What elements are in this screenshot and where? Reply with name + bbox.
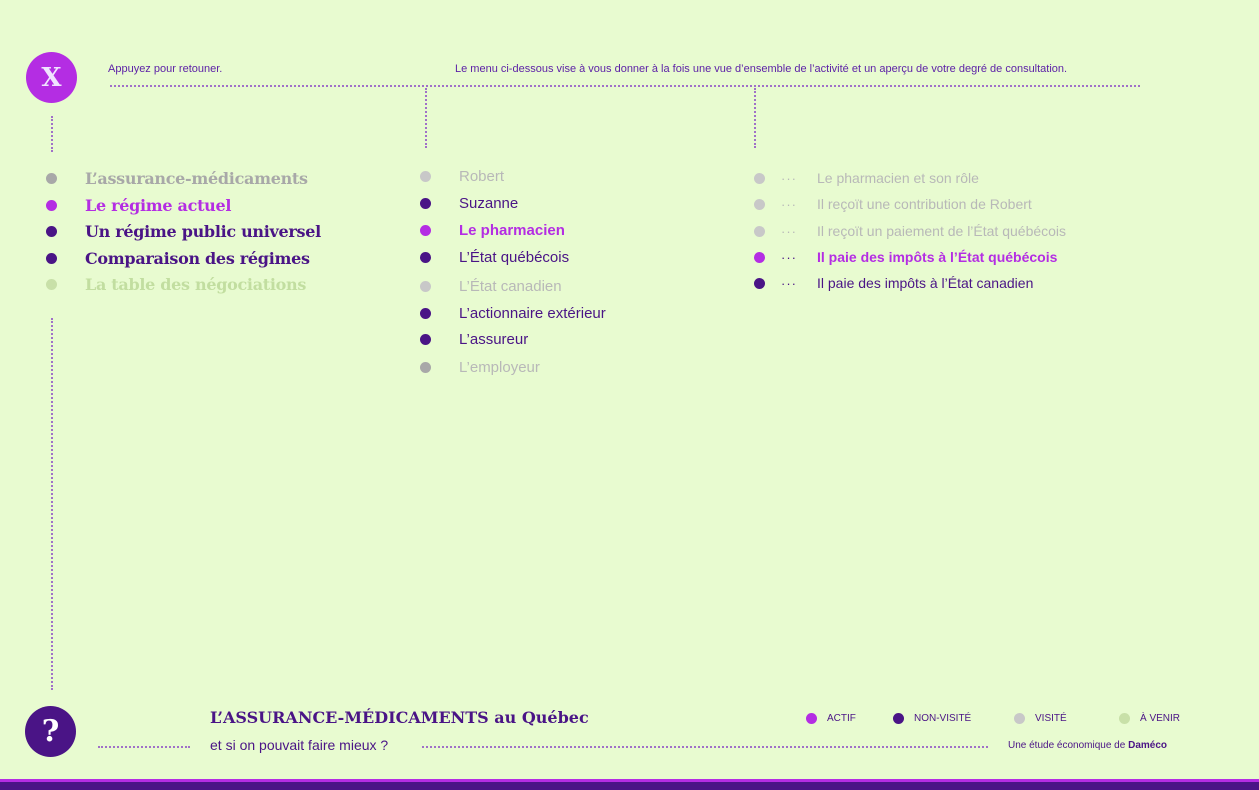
topic-item-role[interactable]: ··· Le pharmacien et son rôle [754, 170, 979, 186]
topic-label: Il reçoït une contribution de Robert [817, 196, 1032, 212]
actor-item-assureur[interactable]: L’assureur [420, 331, 528, 348]
actor-item-etat-canadien[interactable]: L’État canadien [420, 278, 562, 295]
legend-visited: VISITÉ [1014, 713, 1067, 724]
status-dot [46, 200, 57, 211]
status-dot [46, 173, 57, 184]
section-item-comparaison[interactable]: Comparaison des régimes [46, 249, 310, 268]
status-dot [420, 225, 431, 236]
actor-item-employeur[interactable]: L’employeur [420, 359, 540, 376]
help-button[interactable]: ? [25, 706, 76, 757]
topic-item-paiement-etat[interactable]: ··· Il reçoït un paiement de l’État québ… [754, 223, 1066, 239]
credit-brand: Daméco [1128, 740, 1167, 751]
section-label: Comparaison des régimes [85, 249, 310, 268]
legend-dot [893, 713, 904, 724]
section-item-regime-public[interactable]: Un régime public universel [46, 222, 321, 241]
status-dot [420, 171, 431, 182]
bottom-bar [0, 782, 1259, 790]
back-instruction: Appuyez pour retouner. [108, 63, 223, 75]
connector-line [51, 116, 53, 152]
topic-label: Il paie des impôts à l’État québécois [817, 249, 1058, 265]
actor-label: Le pharmacien [459, 222, 565, 239]
section-label: L’assurance-médicaments [85, 169, 308, 188]
legend-label: ACTIF [827, 713, 856, 724]
status-dot [754, 225, 765, 237]
header-divider [110, 85, 1140, 87]
actor-label: L’assureur [459, 331, 529, 348]
credit-line: Une étude économique de Daméco [1008, 740, 1167, 751]
x-icon: X [41, 62, 62, 93]
section-label: La table des négociations [85, 275, 307, 294]
actor-item-suzanne[interactable]: Suzanne [420, 195, 518, 212]
actor-item-etat-quebecois[interactable]: L’État québécois [420, 249, 569, 266]
topic-label: Le pharmacien et son rôle [817, 170, 979, 186]
status-dot [754, 172, 765, 184]
actor-item-actionnaire[interactable]: L’actionnaire extérieur [420, 305, 606, 322]
status-dot [420, 281, 431, 292]
connector-line [754, 88, 756, 148]
status-dot [420, 252, 431, 263]
legend-dot [1119, 713, 1130, 724]
section-item-table-negociations[interactable]: La table des négociations [46, 275, 306, 294]
actor-label: Suzanne [459, 195, 519, 212]
leader-dots: ··· [781, 196, 797, 212]
menu-description: Le menu ci-dessous vise à vous donner à … [455, 63, 1068, 75]
legend-label: NON-VISITÉ [914, 713, 972, 724]
section-label: Le régime actuel [85, 196, 232, 215]
footer-title: L’ASSURANCE-MÉDICAMENTS au Québec [210, 708, 589, 727]
topic-item-contribution-robert[interactable]: ··· Il reçoït une contribution de Robert [754, 196, 1032, 212]
legend-unvisited: NON-VISITÉ [893, 713, 971, 724]
actor-label: L’employeur [459, 359, 540, 376]
footer-divider [422, 746, 988, 748]
status-dot [420, 334, 431, 345]
legend-dot [806, 713, 817, 724]
status-dot [46, 253, 57, 264]
topic-item-impots-canada[interactable]: ··· Il paie des impôts à l’État canadien [754, 275, 1033, 291]
status-dot [420, 362, 431, 373]
topic-label: Il reçoït un paiement de l’État québécoi… [817, 223, 1067, 239]
close-button[interactable]: X [26, 52, 77, 103]
actor-label: L’État québécois [459, 249, 570, 266]
status-dot [754, 277, 765, 289]
topic-item-impots-quebec[interactable]: ··· Il paie des impôts à l’État québécoi… [754, 249, 1057, 265]
actor-item-robert[interactable]: Robert [420, 168, 504, 185]
section-item-assurance-medicaments[interactable]: L’assurance-médicaments [46, 169, 308, 188]
status-dot [420, 308, 431, 319]
actor-item-pharmacien[interactable]: Le pharmacien [420, 222, 565, 239]
topic-label: Il paie des impôts à l’État canadien [817, 275, 1034, 291]
credit-prefix: Une étude économique de [1008, 740, 1129, 751]
legend-active: ACTIF [806, 713, 856, 724]
question-icon: ? [41, 714, 60, 749]
status-dot [754, 251, 765, 263]
legend-upcoming: À VENIR [1119, 713, 1180, 724]
status-dot [46, 226, 57, 237]
leader-dots: ··· [781, 170, 797, 186]
status-dot [46, 279, 57, 290]
section-label: Un régime public universel [85, 222, 321, 241]
leader-dots: ··· [781, 275, 797, 291]
footer-subtitle: et si on pouvait faire mieux ? [210, 737, 389, 753]
legend-dot [1014, 713, 1025, 724]
connector-line [51, 318, 53, 690]
section-item-regime-actuel[interactable]: Le régime actuel [46, 196, 231, 215]
legend-label: À VENIR [1140, 713, 1181, 724]
leader-dots: ··· [781, 223, 797, 239]
status-dot [754, 198, 765, 210]
footer-divider [98, 746, 190, 748]
actor-label: L’État canadien [459, 278, 562, 295]
leader-dots: ··· [781, 249, 797, 265]
connector-line [425, 88, 427, 148]
legend-label: VISITÉ [1035, 713, 1067, 724]
status-dot [420, 198, 431, 209]
actor-label: L’actionnaire extérieur [459, 305, 606, 322]
actor-label: Robert [459, 168, 505, 185]
